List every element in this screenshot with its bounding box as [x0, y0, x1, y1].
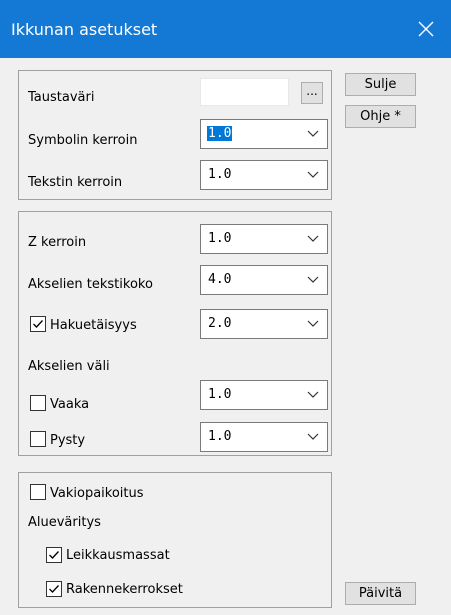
checkmark-icon	[49, 585, 59, 593]
chevron-down-icon	[307, 276, 319, 283]
text-factor-select[interactable]: 1.0	[200, 160, 328, 190]
horizontal-spacing-value: 1.0	[208, 387, 232, 402]
vertical-label: Pysty	[50, 433, 86, 448]
symbol-factor-select[interactable]: 1.0	[200, 119, 328, 149]
default-position-checkbox[interactable]	[30, 484, 46, 500]
chevron-down-icon	[307, 130, 319, 137]
chevron-down-icon	[307, 433, 319, 440]
cut-masses-checkbox[interactable]	[46, 547, 62, 563]
cut-masses-label: Leikkausmassat	[66, 548, 170, 563]
z-factor-label: Z kerroin	[28, 235, 87, 250]
axis-text-size-value: 4.0	[208, 272, 232, 287]
axis-text-size-select[interactable]: 4.0	[200, 265, 328, 295]
chevron-down-icon	[307, 320, 319, 327]
vertical-spacing-select[interactable]: 1.0	[200, 422, 328, 452]
title-bar: Ikkunan asetukset	[0, 0, 451, 58]
vertical-spacing-value: 1.0	[208, 429, 232, 444]
symbol-factor-value: 1.0	[207, 126, 233, 141]
search-distance-select[interactable]: 2.0	[200, 309, 328, 339]
checkmark-icon	[49, 551, 59, 559]
close-icon[interactable]	[414, 17, 438, 41]
color-picker-button[interactable]: ...	[301, 82, 323, 104]
symbol-factor-label: Symbolin kerroin	[28, 133, 138, 148]
chevron-down-icon	[307, 391, 319, 398]
close-button[interactable]: Sulje	[345, 73, 416, 96]
default-position-label: Vakiopaikoitus	[50, 486, 144, 501]
search-distance-value: 2.0	[208, 316, 232, 331]
background-color-swatch[interactable]	[200, 78, 289, 106]
checkmark-icon	[33, 320, 43, 328]
horizontal-label: Vaaka	[50, 397, 90, 412]
horizontal-spacing-select[interactable]: 1.0	[200, 380, 328, 410]
update-button[interactable]: Päivitä	[345, 582, 416, 605]
axis-spacing-label: Akselien väli	[28, 359, 110, 374]
structure-layers-checkbox[interactable]	[46, 581, 62, 597]
window-title: Ikkunan asetukset	[11, 20, 158, 39]
search-distance-label: Hakuetäisyys	[50, 318, 137, 333]
structure-layers-label: Rakennekerrokset	[66, 582, 183, 597]
chevron-down-icon	[307, 171, 319, 178]
help-button[interactable]: Ohje *	[345, 105, 416, 128]
chevron-down-icon	[307, 235, 319, 242]
area-coloring-label: Alueväritys	[28, 515, 101, 530]
z-factor-value: 1.0	[208, 231, 232, 246]
text-factor-value: 1.0	[208, 167, 232, 182]
background-color-label: Taustaväri	[28, 90, 95, 105]
text-factor-label: Tekstin kerroin	[28, 175, 123, 190]
z-factor-select[interactable]: 1.0	[200, 224, 328, 254]
search-distance-checkbox[interactable]	[30, 316, 46, 332]
horizontal-checkbox[interactable]	[30, 395, 46, 411]
vertical-checkbox[interactable]	[30, 431, 46, 447]
axis-text-size-label: Akselien tekstikoko	[28, 277, 153, 292]
